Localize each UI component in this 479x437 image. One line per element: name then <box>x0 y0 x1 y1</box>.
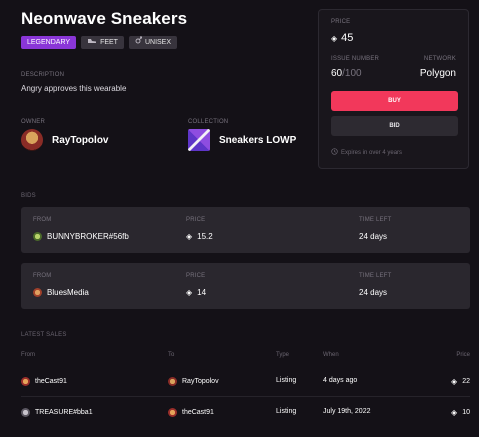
price-label: PRICE <box>331 19 351 25</box>
bid-price: ◈ 14 <box>186 288 206 297</box>
buy-button[interactable]: BUY <box>331 91 458 111</box>
rarity-tag-label: LEGENDARY <box>27 39 71 46</box>
seller-name: TREASURE#bba1 <box>35 409 93 416</box>
network-label: NETWORK <box>423 56 456 62</box>
bidder-avatar <box>33 232 42 241</box>
bid-time-label: TIME LEFT <box>359 217 392 223</box>
sale-amount: 22 <box>462 378 470 385</box>
sale-type: Listing <box>276 377 297 384</box>
tag-list: LEGENDARY FEET UNISEX <box>21 36 178 49</box>
sales-header-to: To <box>168 352 175 358</box>
sales-header-price: Price <box>456 352 470 358</box>
sale-price: ◈ 10 <box>451 408 470 417</box>
price-value: ◈ 45 <box>331 32 353 44</box>
bid-button[interactable]: BID <box>331 116 458 136</box>
bid-from: BluesMedia <box>33 288 89 297</box>
sale-to: theCast91 <box>168 408 214 417</box>
buyer-avatar <box>168 408 177 417</box>
network-value: Polygon <box>419 68 456 79</box>
issue-current: 60 <box>331 68 343 79</box>
bids-section-label: BIDS <box>21 193 36 199</box>
seller-avatar <box>21 408 30 417</box>
expiry-text: Expires in over 4 years <box>341 149 403 156</box>
buyer-avatar <box>168 377 177 386</box>
bidder-avatar <box>33 288 42 297</box>
unisex-icon <box>135 36 142 49</box>
buyer-name: theCast91 <box>182 409 214 416</box>
matic-diamond-icon: ◈ <box>451 377 458 386</box>
bid-time: 24 days <box>359 232 388 241</box>
clock-icon <box>331 148 338 157</box>
description-text: Angry approves this wearable <box>21 84 127 93</box>
gender-tag[interactable]: UNISEX <box>128 36 178 49</box>
sale-from: theCast91 <box>21 377 67 386</box>
row-divider <box>21 396 470 397</box>
purchase-panel: PRICE ◈ 45 ISSUE NUMBER 60/100 NETWORK P… <box>318 9 469 169</box>
bid-time-label: TIME LEFT <box>359 273 392 279</box>
rarity-tag[interactable]: LEGENDARY <box>21 36 77 49</box>
bid-amount: 14 <box>197 288 207 297</box>
bid-price-label: PRICE <box>186 273 206 279</box>
matic-diamond-icon: ◈ <box>451 408 458 417</box>
sales-header-type: Type <box>276 352 290 358</box>
bid-amount: 15.2 <box>197 232 213 241</box>
gender-tag-label: UNISEX <box>144 39 172 46</box>
seller-avatar <box>21 377 30 386</box>
bid-price: ◈ 15.2 <box>186 232 213 241</box>
sale-to: RayTopolov <box>168 377 219 386</box>
sale-when: July 19th, 2022 <box>323 408 371 415</box>
price-amount: 45 <box>341 32 354 44</box>
sales-header-when: When <box>323 352 339 358</box>
sale-type: Listing <box>276 408 297 415</box>
issue-total: /100 <box>342 68 362 79</box>
matic-diamond-icon: ◈ <box>331 33 338 43</box>
matic-diamond-icon: ◈ <box>186 232 193 241</box>
collection-image <box>188 129 210 151</box>
bid-price-label: PRICE <box>186 217 206 223</box>
issue-number: 60/100 <box>331 68 362 79</box>
item-title: Neonwave Sneakers <box>21 9 188 28</box>
collection-label: COLLECTION <box>188 119 229 125</box>
sale-amount: 10 <box>462 409 470 416</box>
bid-from-label: FROM <box>33 217 52 223</box>
owner[interactable]: RayTopolov <box>21 129 108 151</box>
owner-label: OWNER <box>21 119 45 125</box>
bidder-name: BUNNYBROKER#56fb <box>47 232 129 241</box>
sales-section-label: LATEST SALES <box>21 332 67 338</box>
collection-name: Sneakers LOWP <box>219 134 297 146</box>
bid-from: BUNNYBROKER#56fb <box>33 232 129 241</box>
sale-row[interactable]: theCast91 RayTopolov Listing 4 days ago … <box>21 368 470 396</box>
sale-row[interactable]: TREASURE#bba1 theCast91 Listing July 19t… <box>21 399 470 427</box>
expiry-info: Expires in over 4 years <box>331 148 402 157</box>
bid-row[interactable]: FROM PRICE TIME LEFT BluesMedia ◈ 14 24 … <box>21 263 470 309</box>
sales-header-from: From <box>21 352 35 358</box>
seller-name: theCast91 <box>35 378 67 385</box>
collection[interactable]: Sneakers LOWP <box>188 129 296 151</box>
issue-label: ISSUE NUMBER <box>331 56 380 62</box>
bidder-name: BluesMedia <box>47 288 89 297</box>
slot-tag[interactable]: FEET <box>81 36 124 49</box>
sale-when: 4 days ago <box>323 377 358 384</box>
bid-time: 24 days <box>359 288 388 297</box>
owner-avatar <box>21 129 43 151</box>
shoe-icon <box>87 36 97 49</box>
buyer-name: RayTopolov <box>182 378 219 385</box>
owner-name: RayTopolov <box>52 134 109 146</box>
sale-from: TREASURE#bba1 <box>21 408 93 417</box>
sale-price: ◈ 22 <box>451 377 470 386</box>
description-label: DESCRIPTION <box>21 72 65 78</box>
bid-row[interactable]: FROM PRICE TIME LEFT BUNNYBROKER#56fb ◈ … <box>21 207 470 253</box>
slot-tag-label: FEET <box>100 39 118 46</box>
matic-diamond-icon: ◈ <box>186 288 193 297</box>
bid-from-label: FROM <box>33 273 52 279</box>
